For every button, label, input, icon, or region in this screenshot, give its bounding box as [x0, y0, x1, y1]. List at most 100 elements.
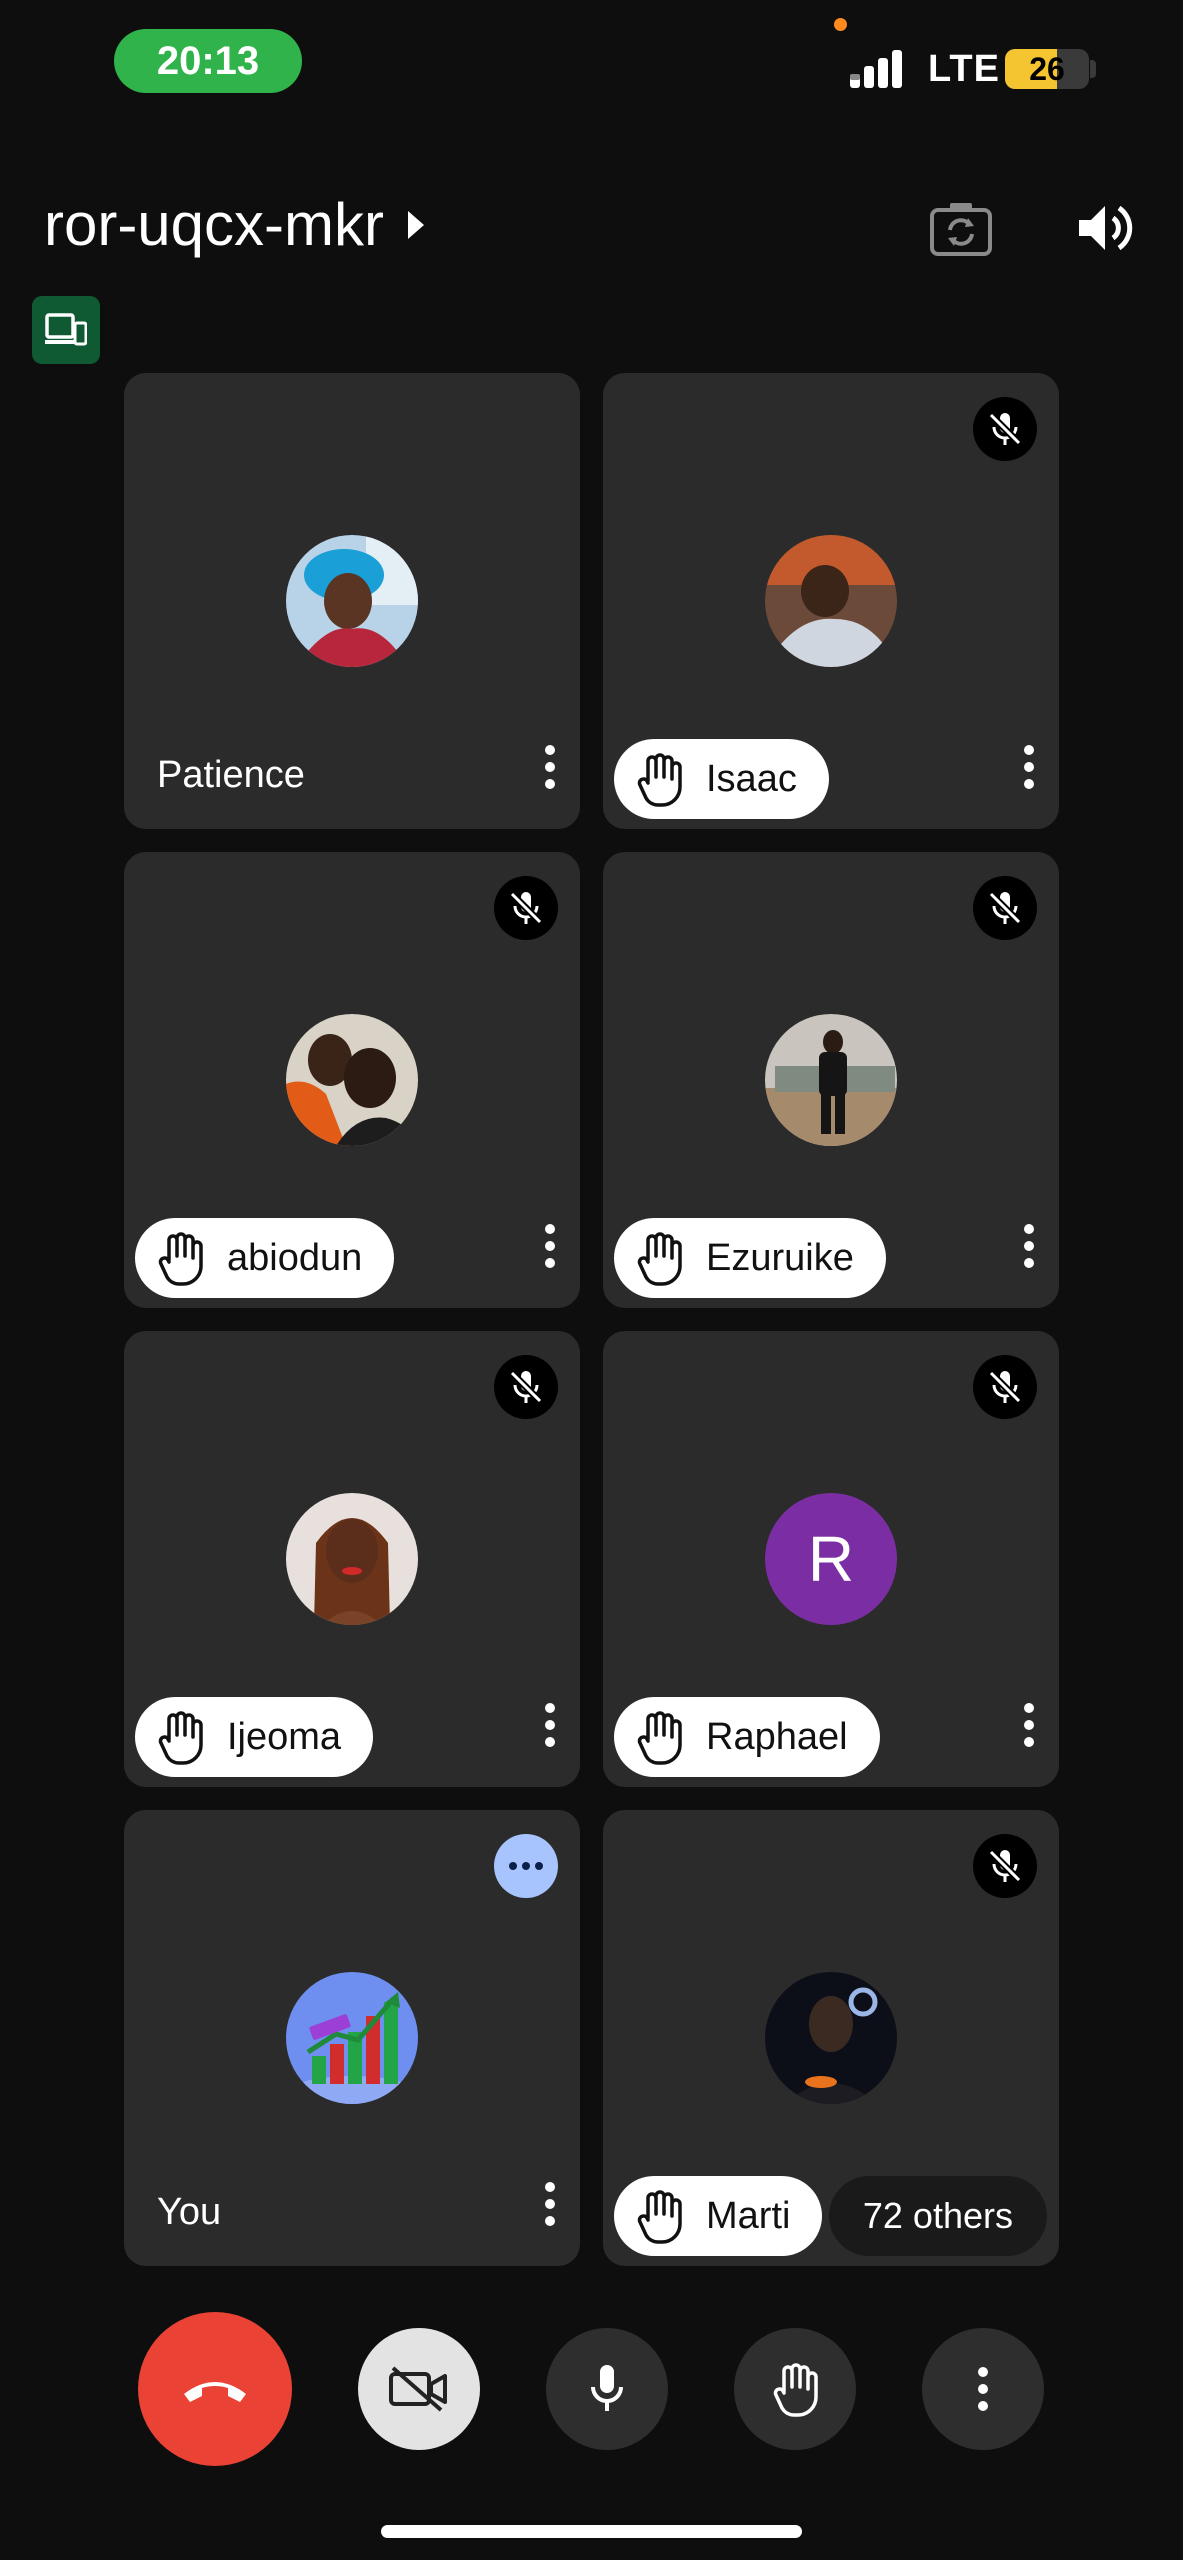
meeting-code: ror-uqcx-mkr [44, 191, 384, 258]
avatar-photo [765, 1972, 897, 2104]
tile-more-button[interactable] [1009, 735, 1049, 799]
signal-icon [850, 50, 902, 88]
microphone-button[interactable] [546, 2328, 668, 2450]
mic-off-badge [494, 876, 558, 940]
tile-more-button[interactable] [1009, 1214, 1049, 1278]
switch-camera-icon [930, 203, 992, 256]
avatar-photo [286, 1014, 418, 1146]
participant-tile-patience[interactable]: Patience [124, 373, 580, 829]
more-vertical-icon [545, 1224, 555, 1268]
avatar-photo [765, 535, 897, 667]
avatar-photo [765, 1014, 897, 1146]
more-vertical-icon [545, 745, 555, 789]
participant-name: abiodun [227, 1236, 363, 1279]
mic-off-badge [973, 876, 1037, 940]
avatar [286, 535, 418, 667]
raised-hand-chip: Marti [614, 2176, 823, 2256]
device-badge[interactable] [32, 296, 100, 364]
raise-hand-icon [773, 2363, 818, 2417]
others-count-button[interactable]: 72 others [828, 2176, 1047, 2256]
more-vertical-icon [545, 2182, 555, 2226]
raised-hand-icon [637, 753, 682, 807]
chevron-right-icon [408, 210, 424, 239]
avatar [765, 1972, 897, 2104]
more-vertical-icon [1024, 1224, 1034, 1268]
participant-tile-abiodun[interactable]: abiodun [124, 852, 580, 1308]
meeting-code-button[interactable]: ror-uqcx-mkr [44, 190, 424, 259]
raised-hand-chip: Ijeoma [135, 1697, 374, 1777]
mic-off-badge [973, 1834, 1037, 1898]
participant-tile-ijeoma[interactable]: Ijeoma [124, 1331, 580, 1787]
avatar [765, 535, 897, 667]
participant-name: Marti [706, 2194, 791, 2237]
battery-icon: 26 [1005, 49, 1089, 89]
microphone-icon [591, 2365, 623, 2411]
tile-more-button[interactable] [530, 1214, 570, 1278]
mic-off-badge [973, 1355, 1037, 1419]
participant-name: Raphael [706, 1715, 848, 1758]
mic-off-icon [988, 1849, 1022, 1883]
more-vertical-icon [1024, 1703, 1034, 1747]
battery-nub [1090, 60, 1096, 78]
home-indicator[interactable] [381, 2525, 802, 2538]
end-call-icon [184, 2382, 246, 2402]
avatar [765, 1014, 897, 1146]
raised-hand-icon [637, 1232, 682, 1286]
tile-more-button[interactable] [530, 2172, 570, 2236]
mic-off-icon [988, 1370, 1022, 1404]
raised-hand-icon [158, 1232, 203, 1286]
privacy-indicator-dot [834, 18, 847, 31]
avatar-photo [286, 535, 418, 667]
participant-name: Ezuruike [706, 1236, 854, 1279]
raise-hand-button[interactable] [734, 2328, 856, 2450]
camera-off-icon [389, 2366, 447, 2412]
raised-hand-chip: abiodun [135, 1218, 395, 1298]
speaker-icon [1079, 205, 1133, 251]
participant-tile-martin[interactable]: Marti 72 others [603, 1810, 1059, 2266]
tile-more-button[interactable] [1009, 1693, 1049, 1757]
battery-percent: 26 [1029, 50, 1065, 87]
tile-more-button[interactable] [530, 1693, 570, 1757]
raised-hand-icon [637, 1711, 682, 1765]
more-vertical-icon [545, 1703, 555, 1747]
participant-tile-isaac[interactable]: Isaac [603, 373, 1059, 829]
status-time: 20:13 [114, 29, 302, 93]
raised-hand-icon [158, 1711, 203, 1765]
mic-off-icon [509, 1370, 543, 1404]
speaker-button[interactable] [1065, 188, 1145, 268]
avatar-photo [286, 1972, 418, 2104]
participant-name: Patience [157, 754, 305, 796]
status-bar: 20:13 LTE 26 [0, 0, 1183, 120]
network-type: LTE [928, 48, 1000, 90]
mic-off-icon [509, 891, 543, 925]
raised-hand-icon [637, 2190, 682, 2244]
avatar [286, 1014, 418, 1146]
end-call-button[interactable] [138, 2312, 292, 2466]
tile-more-button[interactable] [530, 735, 570, 799]
switch-camera-button[interactable] [921, 188, 1001, 268]
participant-name: Ijeoma [227, 1715, 342, 1758]
avatar-photo [286, 1493, 418, 1625]
participant-tile-raphael[interactable]: R Raphael [603, 1331, 1059, 1787]
more-vertical-icon [1024, 745, 1034, 789]
more-options-button[interactable] [922, 2328, 1044, 2450]
mic-off-badge [973, 397, 1037, 461]
participant-tile-you[interactable]: You [124, 1810, 580, 2266]
mic-off-icon [988, 412, 1022, 446]
raised-hand-chip: Isaac [614, 739, 829, 819]
avatar [286, 1493, 418, 1625]
raised-hand-chip: Ezuruike [614, 1218, 886, 1298]
participant-name: Isaac [706, 757, 797, 800]
avatar [286, 1972, 418, 2104]
self-options-button[interactable] [494, 1834, 558, 1898]
more-horizontal-icon [509, 1862, 543, 1870]
mic-off-badge [494, 1355, 558, 1419]
avatar-initial: R [765, 1493, 897, 1625]
participant-name: You [157, 2191, 222, 2233]
devices-icon [45, 313, 87, 346]
camera-toggle-button[interactable] [358, 2328, 480, 2450]
mic-off-icon [988, 891, 1022, 925]
raised-hand-chip: Raphael [614, 1697, 880, 1777]
participant-tile-ezuruike[interactable]: Ezuruike [603, 852, 1059, 1308]
more-vertical-icon [978, 2367, 988, 2411]
